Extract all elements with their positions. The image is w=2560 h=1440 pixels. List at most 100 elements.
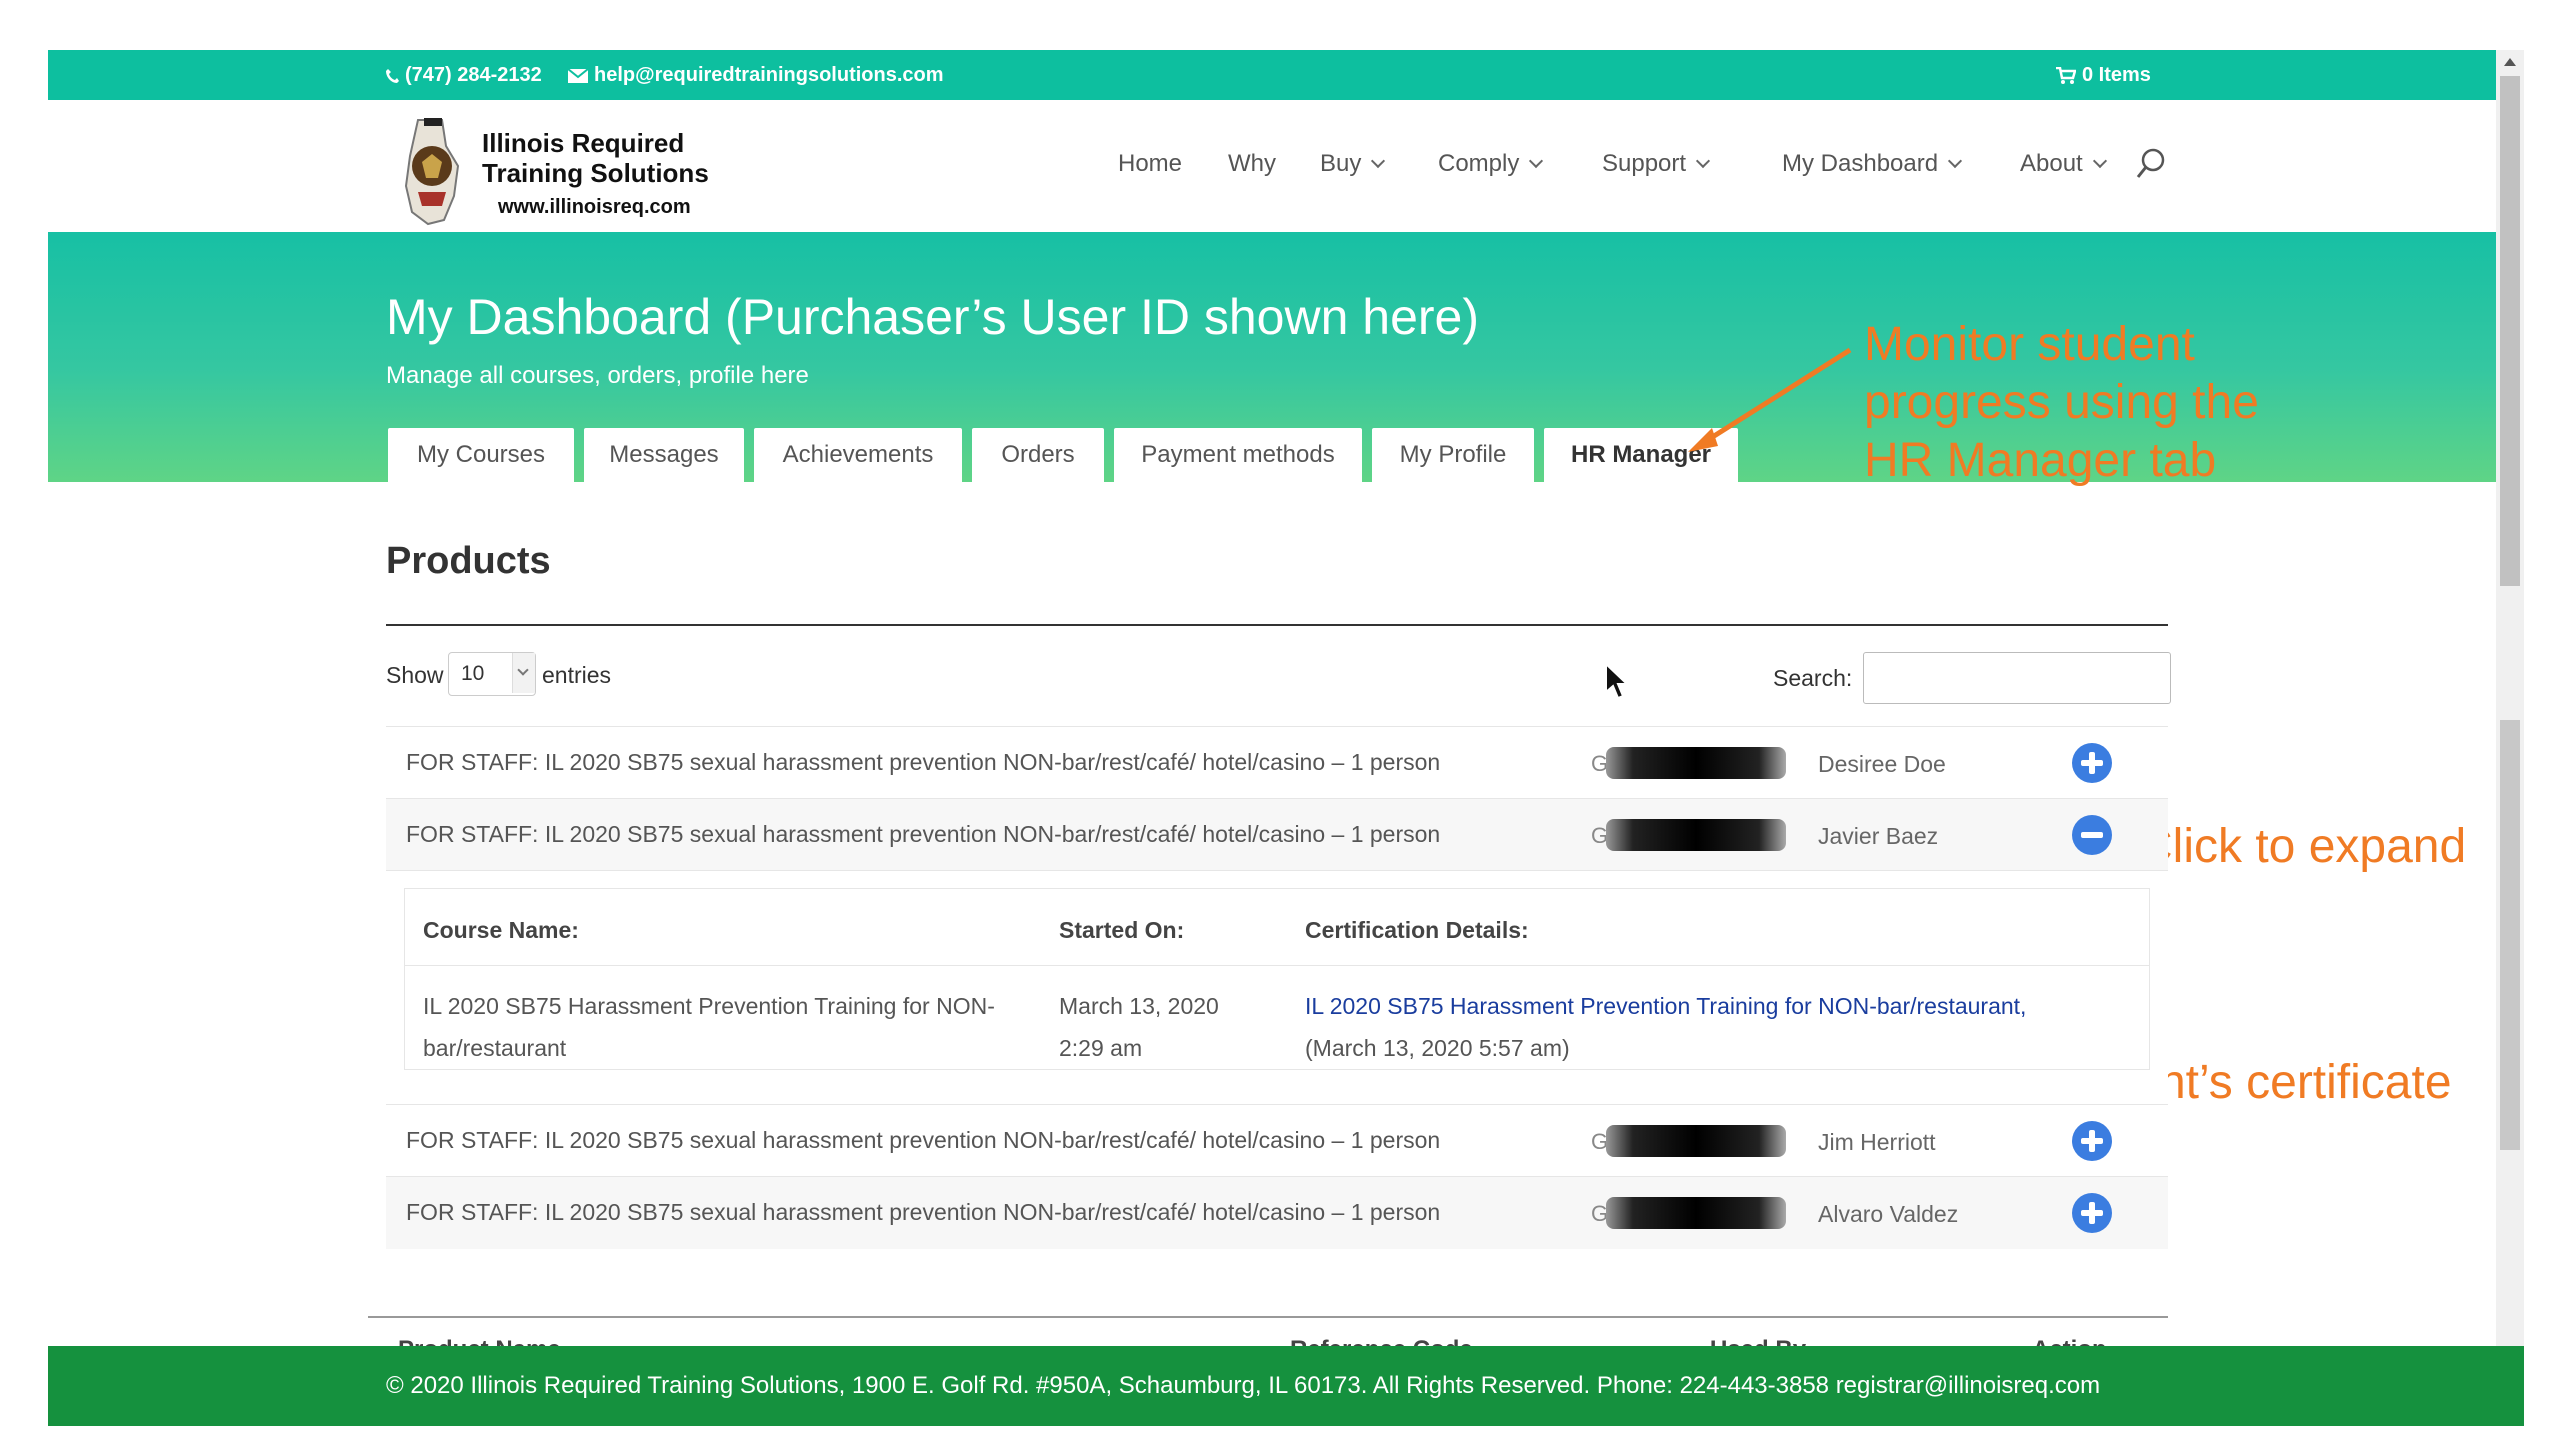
search-icon[interactable] [2136, 148, 2166, 180]
heading-divider [386, 624, 2168, 626]
tab-label: My Courses [416, 441, 546, 468]
entries-select[interactable]: 10 [448, 652, 536, 696]
annotation-monitor-line-3: HR Manager tab [1864, 434, 2217, 487]
nav-why-label: Why [1228, 150, 1276, 177]
logo-line-2: Training Solutions [482, 158, 709, 188]
site-footer: © 2020 Illinois Required Training Soluti… [48, 1346, 2524, 1426]
chevron-down-icon [2092, 153, 2107, 169]
table-footer-divider [368, 1316, 2168, 1318]
annotation-expand: Click to expand [2138, 820, 2467, 873]
course-detail-panel: Course Name: Started On: Certification D… [404, 888, 2150, 1070]
expand-button[interactable] [2072, 1121, 2112, 1161]
browser-viewport: (747) 284-2132 help@requiredtrainingsolu… [48, 50, 2524, 1426]
tab-orders[interactable]: Orders [972, 428, 1104, 482]
course-name-line-1: IL 2020 SB75 Harassment Prevention Train… [423, 993, 995, 1019]
expand-button[interactable] [2072, 1193, 2112, 1233]
scroll-up-arrow-icon[interactable] [2504, 58, 2516, 66]
annotation-monitor-line-1: Monitor student [1864, 318, 2195, 371]
footer-text: © 2020 Illinois Required Training Soluti… [386, 1372, 2101, 1399]
chevron-down-icon [1529, 153, 1544, 169]
used-by: Desiree Doe [1818, 751, 1946, 777]
phone-icon [386, 68, 399, 83]
table-row: FOR STAFF: IL 2020 SB75 sexual harassmen… [386, 1104, 2168, 1177]
product-name: FOR STAFF: IL 2020 SB75 sexual harassmen… [406, 1127, 1441, 1153]
mail-icon [568, 68, 588, 83]
page-subtitle: Manage all courses, orders, profile here [386, 362, 809, 389]
tab-label: My Profile [1399, 441, 1507, 468]
annotation-monitor-line-2: progress using the [1864, 376, 2259, 429]
nav-about[interactable]: About [2020, 150, 2107, 178]
used-by: Jim Herriott [1818, 1129, 1936, 1155]
nav-why[interactable]: Why [1228, 150, 1276, 178]
started-date: March 13, 2020 [1059, 993, 1219, 1019]
search-input[interactable] [1863, 652, 2171, 704]
detail-header-certification: Certification Details: [1305, 917, 1529, 943]
nav-support[interactable]: Support [1602, 150, 1711, 178]
minus-icon [2081, 832, 2103, 838]
plus-icon-vertical [2089, 1130, 2095, 1152]
cart-link[interactable]: 0 Items [2056, 64, 2151, 87]
phone-number: (747) 284-2132 [405, 64, 542, 86]
tab-messages[interactable]: Messages [584, 428, 744, 482]
detail-divider [405, 965, 2149, 966]
plus-icon-vertical [2089, 1202, 2095, 1224]
site-logo[interactable]: Illinois Required Training Solutions www… [398, 116, 758, 226]
expand-button[interactable] [2072, 743, 2112, 783]
tab-my-profile[interactable]: My Profile [1372, 428, 1534, 482]
collapse-button[interactable] [2072, 815, 2112, 855]
products-table: FOR STAFF: IL 2020 SB75 sexual harassmen… [368, 726, 2168, 1363]
product-name: FOR STAFF: IL 2020 SB75 sexual harassmen… [406, 749, 1441, 775]
table-row: FOR STAFF: IL 2020 SB75 sexual harassmen… [386, 726, 2168, 799]
illinois-seal-icon [404, 118, 460, 226]
certification-value: IL 2020 SB75 Harassment Prevention Train… [1305, 985, 2026, 1069]
chevron-down-icon [512, 653, 535, 693]
certificate-download-link[interactable]: IL 2020 SB75 Harassment Prevention Train… [1305, 993, 2026, 1019]
used-by: Alvaro Valdez [1818, 1201, 1959, 1227]
annotation-monitor: Monitor student progress using the HR Ma… [1864, 316, 2259, 490]
logo-line-1: Illinois Required [482, 128, 685, 158]
page-scrollbar[interactable] [2496, 50, 2524, 1346]
tab-payment-methods[interactable]: Payment methods [1114, 428, 1362, 482]
nav-support-label: Support [1602, 150, 1687, 177]
product-name: FOR STAFF: IL 2020 SB75 sexual harassmen… [406, 1199, 1441, 1225]
tab-label: HR Manager [1570, 441, 1712, 468]
redacted-reference [1606, 1125, 1786, 1157]
nav-comply[interactable]: Comply [1438, 150, 1544, 178]
phone-link[interactable]: (747) 284-2132 [385, 64, 542, 87]
product-name: FOR STAFF: IL 2020 SB75 sexual harassmen… [406, 821, 1441, 847]
used-by: Javier Baez [1818, 823, 1939, 849]
scrollbar-track-segment [2500, 720, 2520, 1150]
entries-value: 10 [461, 662, 485, 685]
top-contact-bar: (747) 284-2132 help@requiredtrainingsolu… [48, 50, 2524, 100]
plus-icon-vertical [2089, 752, 2095, 774]
nav-buy[interactable]: Buy [1320, 150, 1386, 178]
tab-label: Messages [609, 441, 719, 468]
logo-url: www.illinoisreq.com [498, 196, 691, 218]
email-address: help@requiredtrainingsolutions.com [594, 64, 944, 86]
tab-hr-manager[interactable]: HR Manager [1544, 428, 1738, 482]
tab-my-courses[interactable]: My Courses [388, 428, 574, 482]
chevron-down-icon [1695, 153, 1711, 169]
started-time: 2:29 am [1059, 1035, 1143, 1061]
mouse-cursor-icon [1605, 662, 1630, 700]
detail-header-started: Started On: [1059, 917, 1185, 943]
nav-about-label: About [2020, 150, 2083, 177]
tab-label: Payment methods [1141, 441, 1335, 468]
entries-label: entries [542, 662, 612, 688]
scrollbar-thumb[interactable] [2500, 76, 2520, 586]
redacted-reference [1606, 819, 1786, 851]
chevron-down-icon [1371, 153, 1386, 169]
chevron-down-icon [1948, 153, 1963, 169]
tab-label: Achievements [782, 441, 934, 468]
cart-count: 0 Items [2082, 64, 2151, 86]
nav-comply-label: Comply [1438, 150, 1520, 177]
email-link[interactable]: help@requiredtrainingsolutions.com [568, 64, 944, 87]
logo-title: Illinois Required Training Solutions [482, 128, 709, 188]
search-label: Search: [1773, 665, 1853, 691]
detail-header-course: Course Name: [423, 917, 579, 943]
tab-achievements[interactable]: Achievements [754, 428, 962, 482]
nav-home[interactable]: Home [1118, 150, 1182, 178]
nav-buy-label: Buy [1320, 150, 1362, 177]
nav-my-dashboard-label: My Dashboard [1782, 150, 1939, 177]
nav-my-dashboard[interactable]: My Dashboard [1782, 150, 1963, 178]
